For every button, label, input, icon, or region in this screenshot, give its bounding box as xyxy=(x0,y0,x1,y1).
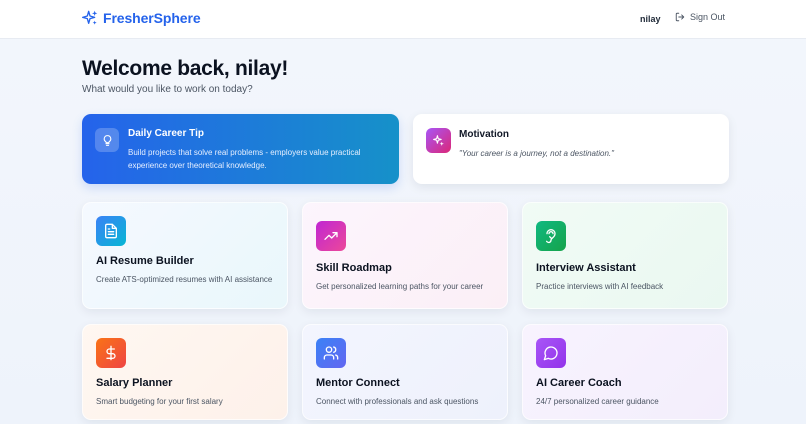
card-title: Interview Assistant xyxy=(536,262,636,274)
tip-text: Build projects that solve real problems … xyxy=(128,148,361,170)
card-description: 24/7 personalized career guidance xyxy=(536,397,659,406)
card-mentor-connect[interactable]: Mentor Connect Connect with professional… xyxy=(302,324,508,420)
card-description: Practice interviews with AI feedback xyxy=(536,282,664,291)
card-title: Skill Roadmap xyxy=(316,262,392,274)
page-subtitle: What would you like to work on today? xyxy=(82,84,253,95)
card-title: AI Career Coach xyxy=(536,377,622,389)
trending-up-icon xyxy=(316,221,346,251)
sign-out-button[interactable]: Sign Out xyxy=(675,12,725,22)
document-icon xyxy=(96,216,126,246)
daily-career-tip-card: Daily Career Tip Build projects that sol… xyxy=(82,114,399,184)
card-interview-assistant[interactable]: Interview Assistant Practice interviews … xyxy=(522,202,728,309)
sparkles-icon xyxy=(426,128,451,153)
user-name: nilay xyxy=(640,14,661,24)
card-description: Get personalized learning paths for your… xyxy=(316,282,484,291)
sparkles-icon xyxy=(82,10,98,25)
top-header: FresherSphere nilay Sign Out xyxy=(0,0,806,39)
card-title: Salary Planner xyxy=(96,377,173,389)
users-icon xyxy=(316,338,346,368)
card-description: Smart budgeting for your first salary xyxy=(96,397,223,406)
card-title: AI Resume Builder xyxy=(96,255,194,267)
tip-title: Daily Career Tip xyxy=(128,128,204,139)
card-title: Mentor Connect xyxy=(316,377,400,389)
page-title: Welcome back, nilay! xyxy=(82,57,289,80)
dollar-icon xyxy=(96,338,126,368)
card-description: Connect with professionals and ask quest… xyxy=(316,397,479,406)
lightbulb-icon xyxy=(95,128,119,152)
card-description: Create ATS-optimized resumes with AI ass… xyxy=(96,275,273,284)
card-ai-resume-builder[interactable]: AI Resume Builder Create ATS-optimized r… xyxy=(82,202,288,309)
brand-logo[interactable]: FresherSphere xyxy=(82,10,201,26)
log-out-icon xyxy=(675,12,685,22)
chat-icon xyxy=(536,338,566,368)
motivation-title: Motivation xyxy=(459,129,509,140)
sign-out-label: Sign Out xyxy=(690,12,726,22)
ear-icon xyxy=(536,221,566,251)
motivation-quote: "Your career is a journey, not a destina… xyxy=(459,149,614,158)
brand-name: FresherSphere xyxy=(103,10,201,26)
card-skill-roadmap[interactable]: Skill Roadmap Get personalized learning … xyxy=(302,202,508,309)
card-salary-planner[interactable]: Salary Planner Smart budgeting for your … xyxy=(82,324,288,420)
motivation-card: Motivation "Your career is a journey, no… xyxy=(413,114,729,184)
card-ai-career-coach[interactable]: AI Career Coach 24/7 personalized career… xyxy=(522,324,728,420)
